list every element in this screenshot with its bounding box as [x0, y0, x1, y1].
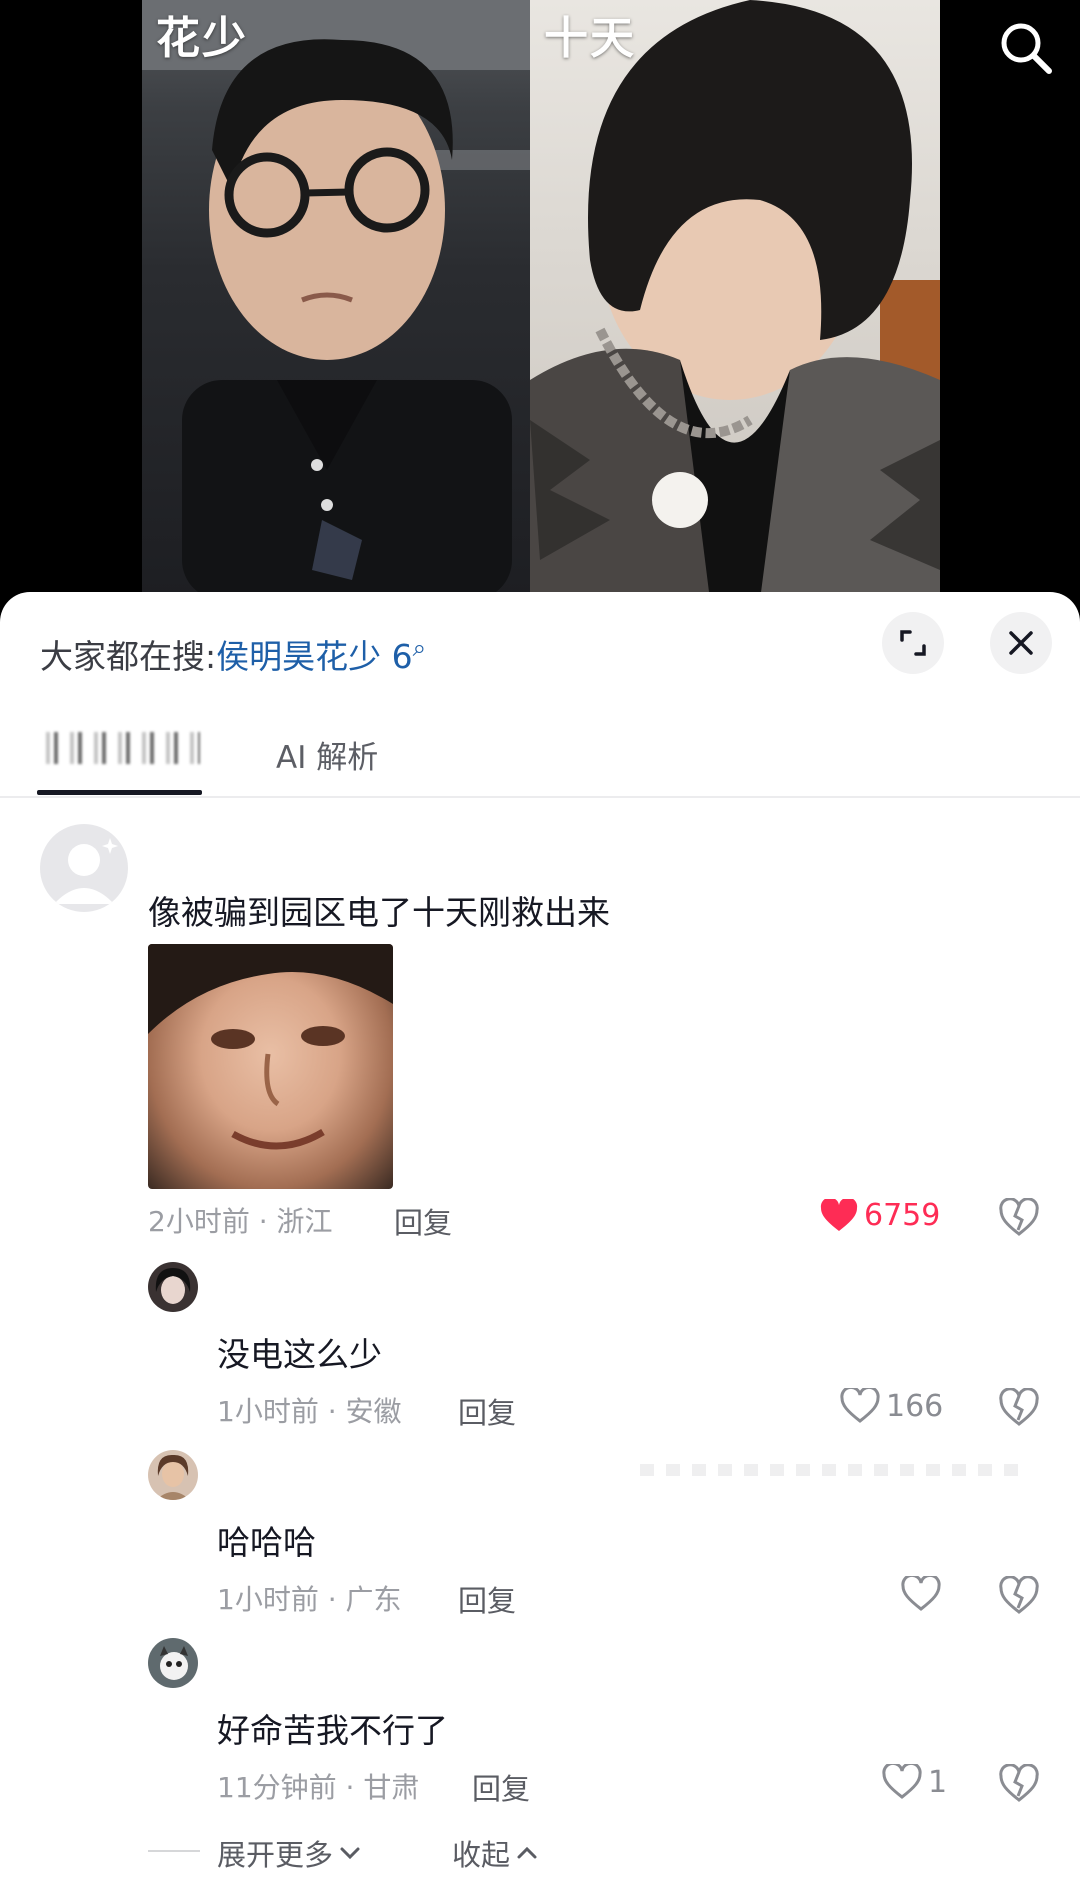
search-icon[interactable]	[994, 16, 1058, 80]
tab-ai-analysis[interactable]: AI 解析	[276, 732, 378, 777]
reply-meta: 1小时前 · 广东	[217, 1583, 402, 1616]
reply-button[interactable]: 回复	[458, 1578, 516, 1620]
avatar[interactable]	[40, 824, 128, 912]
like-count: 1	[928, 1764, 948, 1800]
chevron-down-icon	[340, 1847, 360, 1860]
comment-meta: 2小时前 · 浙江	[148, 1205, 333, 1238]
expand-button[interactable]	[882, 612, 944, 674]
default-avatar-icon	[54, 838, 118, 904]
search-hint-prefix: 大家都在搜:	[40, 637, 217, 676]
avatar[interactable]	[148, 1638, 198, 1688]
like-button[interactable]: 166	[840, 1388, 943, 1424]
trending-search-hint[interactable]: 大家都在搜:侯明昊花少 6⌕	[40, 630, 426, 678]
tab-comments-blurred-label	[40, 732, 200, 764]
broken-heart-icon[interactable]	[998, 1764, 1040, 1804]
avatar[interactable]	[148, 1262, 198, 1312]
broken-heart-icon[interactable]	[998, 1576, 1040, 1616]
left-streamer-label: 花少	[156, 13, 248, 64]
tab-active-indicator	[37, 790, 202, 795]
like-button[interactable]: 1	[882, 1764, 947, 1800]
comment-sheet: 大家都在搜:侯明昊花少 6⌕ AI 解析 像被骗到园区电了十天刚救出来 2小时前…	[0, 592, 1080, 1891]
comment-tabs: AI 解析	[0, 702, 1080, 798]
heart-outline-icon	[882, 1764, 922, 1799]
search-hint-term[interactable]: 侯明昊花少 6	[216, 637, 413, 676]
collapse-label: 收起	[452, 1838, 511, 1872]
reply-button[interactable]: 回复	[458, 1390, 516, 1432]
tab-comments[interactable]	[40, 732, 200, 772]
broken-heart-icon[interactable]	[998, 1388, 1040, 1428]
reply-meta: 1小时前 · 安徽	[217, 1395, 402, 1428]
avatar[interactable]	[148, 1450, 198, 1500]
user-avatar-image	[156, 1454, 190, 1500]
heart-outline-icon	[901, 1576, 941, 1611]
close-icon	[1009, 631, 1033, 655]
search-small-icon: ⌕	[412, 634, 427, 662]
video-right-pane: 十天	[530, 0, 940, 600]
heart-outline-icon	[840, 1388, 880, 1423]
close-button[interactable]	[990, 612, 1052, 674]
like-button[interactable]: 6759	[820, 1198, 940, 1233]
faded-text-line	[640, 1464, 1020, 1476]
chevron-up-icon	[517, 1846, 537, 1859]
video-left-pane: 花少	[142, 0, 530, 600]
reply-button[interactable]: 回复	[472, 1766, 530, 1808]
divider-line	[148, 1850, 200, 1852]
user-avatar-image	[160, 1646, 188, 1680]
reply-meta: 11分钟前 · 甘肃	[217, 1771, 420, 1804]
expand-icon	[900, 630, 926, 656]
broken-heart-icon[interactable]	[998, 1198, 1040, 1238]
collapse-button[interactable]: 收起	[452, 1832, 540, 1874]
comment-image[interactable]	[148, 944, 393, 1189]
reply-text: 好命苦我不行了	[217, 1711, 448, 1750]
person-left-image	[142, 0, 530, 600]
person-right-image	[530, 0, 940, 600]
user-avatar-image	[155, 1268, 191, 1304]
expand-more-label: 展开更多	[217, 1838, 334, 1872]
video-player[interactable]: 花少 十天	[0, 0, 1080, 600]
meme-face-image	[148, 944, 393, 1150]
reply-text: 没电这么少	[217, 1335, 382, 1374]
expand-more-button[interactable]: 展开更多	[217, 1832, 363, 1874]
like-count: 166	[886, 1388, 944, 1424]
like-count: 6759	[864, 1198, 941, 1233]
reply-button[interactable]: 回复	[394, 1200, 452, 1242]
heart-filled-icon	[820, 1198, 858, 1231]
reply-text: 哈哈哈	[217, 1523, 316, 1562]
comment-text: 像被骗到园区电了十天刚救出来	[148, 893, 610, 932]
right-streamer-label: 十天	[544, 13, 636, 64]
like-button[interactable]	[901, 1576, 947, 1612]
